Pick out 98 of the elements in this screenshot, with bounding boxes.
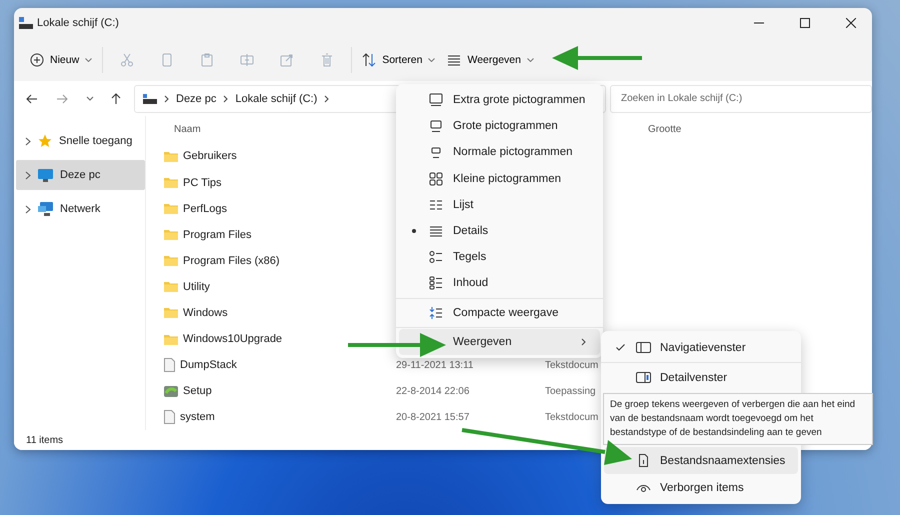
- breadcrumb-item[interactable]: Deze pc: [176, 92, 216, 105]
- new-button[interactable]: Nieuw: [24, 46, 98, 73]
- maximize-icon: [800, 18, 810, 28]
- sidebar-item[interactable]: Deze pc: [16, 160, 145, 190]
- monitor-icon: [38, 168, 53, 182]
- trash-icon: [320, 52, 334, 67]
- folder-icon: [164, 334, 178, 345]
- caret-icon: [428, 58, 436, 62]
- chevron-right-icon: [581, 338, 586, 346]
- file-name[interactable]: system: [164, 410, 396, 424]
- chevron-right-icon[interactable]: [25, 170, 31, 180]
- folder-icon: [164, 281, 178, 292]
- forward-arrow-icon[interactable]: [56, 92, 68, 105]
- file-name[interactable]: Program Files: [164, 228, 396, 241]
- grid-icon: [429, 172, 443, 186]
- menu-item[interactable]: Navigatievenster: [604, 334, 798, 361]
- copy-icon: [160, 52, 174, 67]
- type-cell: Tekstdocum: [545, 360, 598, 371]
- rename-icon: [240, 52, 254, 67]
- column-header[interactable]: Grootte: [648, 124, 682, 136]
- file-name[interactable]: Program Files (x86): [164, 254, 396, 267]
- document-icon: [164, 410, 175, 424]
- file-name[interactable]: Windows: [164, 306, 396, 319]
- chevron-down-icon[interactable]: [86, 96, 94, 102]
- network-icon: [38, 202, 53, 216]
- tiles-icon: [429, 250, 443, 264]
- folder-icon: [164, 229, 178, 240]
- file-name[interactable]: Gebruikers: [164, 150, 396, 162]
- menu-item[interactable]: Weergeven: [399, 328, 600, 355]
- chevron-right-icon: [324, 94, 330, 103]
- scissors-icon: [120, 52, 134, 67]
- folder-icon: [164, 203, 178, 214]
- breadcrumb-item[interactable]: Lokale schijf (C:): [235, 92, 318, 105]
- folder-icon: [164, 307, 178, 318]
- menu-item[interactable]: Inhoud: [399, 270, 600, 296]
- app-icon: [164, 384, 178, 398]
- document-icon: [164, 358, 175, 372]
- menu-item[interactable]: Normale pictogrammen: [399, 139, 600, 166]
- close-icon: [846, 18, 856, 28]
- menu-item[interactable]: Details: [399, 218, 600, 244]
- sidebar-item[interactable]: Snelle toegang: [16, 126, 145, 156]
- menu-item[interactable]: Compacte weergave: [399, 300, 600, 326]
- date-cell-text: 22-8-2014 22:06: [396, 386, 470, 397]
- pane-icon: [636, 371, 651, 384]
- column-header[interactable]: Naam: [174, 124, 201, 136]
- type-cell: Tekstdocum: [545, 412, 598, 423]
- star-icon: [38, 134, 52, 148]
- folder-icon: [164, 177, 178, 188]
- menu-item[interactable]: Bestandsnaamextensies: [604, 447, 798, 474]
- sort-button[interactable]: Sorteren: [356, 46, 442, 73]
- lines-icon: [447, 54, 462, 66]
- type-cell: Toepassing: [545, 386, 596, 397]
- menu-item[interactable]: Lijst: [399, 192, 600, 218]
- drive-icon: [143, 94, 157, 104]
- chevron-right-icon[interactable]: [25, 136, 31, 146]
- monitor-icon: [429, 119, 443, 134]
- back-arrow-icon[interactable]: [26, 92, 38, 105]
- menu-item[interactable]: Grote pictogrammen: [399, 113, 600, 140]
- drive-icon: [19, 17, 33, 29]
- folder-icon: [164, 255, 178, 266]
- file-name[interactable]: Setup: [164, 384, 396, 398]
- file-name[interactable]: Windows10Upgrade: [164, 333, 396, 346]
- item-count: 11 items: [26, 434, 64, 446]
- up-arrow-icon[interactable]: [110, 92, 122, 105]
- caret-icon: [85, 58, 92, 62]
- document-icon: [636, 454, 651, 467]
- details-icon: [429, 224, 443, 238]
- pane-icon: [636, 341, 651, 354]
- menu-item[interactable]: Detailvenster: [604, 364, 798, 391]
- date-cell-text: 20-8-2021 15:57: [396, 412, 470, 423]
- menu-item[interactable]: Verborgen items: [604, 474, 798, 501]
- date-cell-text: 29-11-2021 13:11: [396, 360, 474, 371]
- monitor-icon: [429, 93, 443, 108]
- file-name[interactable]: PerfLogs: [164, 202, 396, 215]
- content-icon: [429, 276, 443, 290]
- sort-arrows-icon: [362, 52, 376, 67]
- caret-icon: [526, 58, 534, 62]
- menu-item[interactable]: Extra grote pictogrammen: [399, 87, 600, 114]
- share-icon: [280, 52, 294, 67]
- chevron-right-icon[interactable]: [25, 204, 31, 214]
- menu-item[interactable]: Tegels: [399, 244, 600, 270]
- file-name[interactable]: PC Tips: [164, 176, 396, 189]
- compact-view-icon: [429, 306, 443, 320]
- clipboard-icon: [200, 52, 214, 67]
- list-icon: [429, 198, 443, 212]
- view-button[interactable]: Weergeven: [441, 48, 540, 72]
- chevron-right-icon: [223, 94, 228, 103]
- search-field[interactable]: Zoeken in Lokale schijf (C:): [610, 84, 872, 113]
- monitor-icon: [429, 145, 443, 160]
- folder-icon: [164, 150, 178, 162]
- file-name[interactable]: Utility: [164, 280, 396, 293]
- plus-icon: [30, 52, 44, 67]
- chevron-right-icon: [164, 94, 169, 103]
- sidebar-item[interactable]: Netwerk: [16, 194, 145, 224]
- tooltip: De groep tekens weergeven of verbergen die aan het eind van de bestandsnaam wordt toegevoegd om het bestandstype of de bestandsindeling aan te geven: [603, 393, 873, 445]
- window-title: Lokale schijf (C:): [37, 17, 119, 29]
- file-name[interactable]: DumpStack: [164, 358, 396, 372]
- menu-item[interactable]: Kleine pictogrammen: [399, 166, 600, 192]
